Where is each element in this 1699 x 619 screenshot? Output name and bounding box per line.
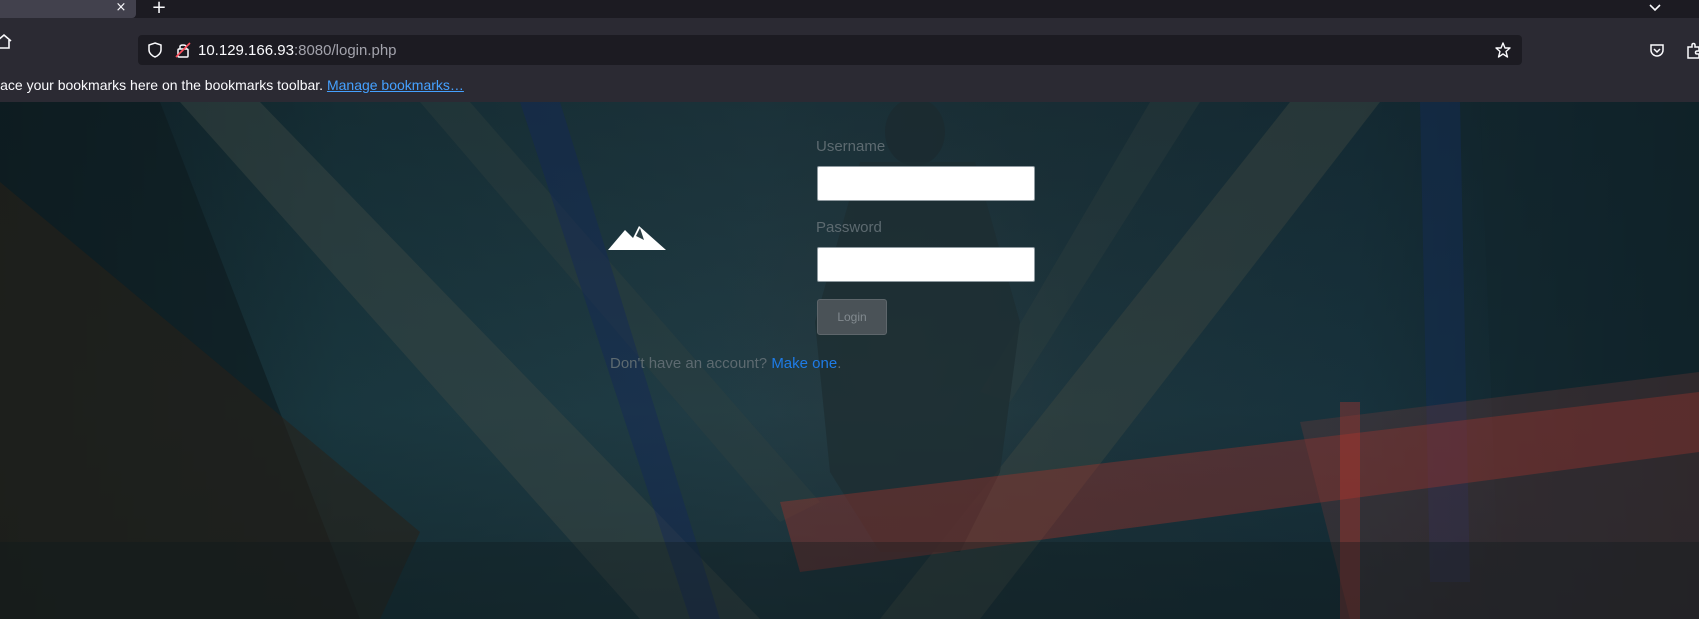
signup-text: Don't have an account? <box>610 355 772 372</box>
url-host: 10.129.166.93 <box>198 42 294 59</box>
url-text[interactable]: 10.129.166.93:8080/login.php <box>198 42 397 59</box>
signup-prompt: Don't have an account? Make one. <box>610 355 841 372</box>
bookmarks-hint: lace your bookmarks here on the bookmark… <box>0 77 327 93</box>
url-path: :8080/login.php <box>293 42 397 59</box>
login-button[interactable]: Login <box>817 299 887 335</box>
signup-suffix: . <box>837 355 842 372</box>
pocket-icon[interactable] <box>1648 41 1666 59</box>
page-viewport: Username Password Login Don't have an ac… <box>0 102 1699 619</box>
navigation-toolbar: 10.129.166.93:8080/login.php <box>0 18 1699 66</box>
shield-icon[interactable] <box>146 41 164 59</box>
tab-close-button[interactable]: × <box>113 0 129 16</box>
mountain-icon <box>608 226 666 250</box>
tab-strip: × + <box>0 0 1699 18</box>
password-input[interactable] <box>817 247 1035 282</box>
bookmarks-message: lace your bookmarks here on the bookmark… <box>0 77 464 93</box>
url-bar[interactable]: 10.129.166.93:8080/login.php <box>138 35 1522 65</box>
new-tab-button[interactable]: + <box>150 0 168 17</box>
password-label: Password <box>816 219 882 236</box>
star-icon[interactable] <box>1494 41 1512 59</box>
manage-bookmarks-link[interactable]: Manage bookmarks… <box>327 77 464 93</box>
username-label: Username <box>816 138 886 155</box>
lock-icon[interactable] <box>174 41 192 59</box>
extensions-icon[interactable] <box>1684 40 1699 60</box>
bookmarks-toolbar: lace your bookmarks here on the bookmark… <box>0 66 1699 102</box>
active-tab[interactable]: × <box>0 0 136 18</box>
home-icon[interactable] <box>0 32 14 52</box>
username-input[interactable] <box>817 166 1035 201</box>
make-account-link[interactable]: Make one <box>771 355 837 372</box>
chevron-down-icon[interactable] <box>1646 0 1664 16</box>
